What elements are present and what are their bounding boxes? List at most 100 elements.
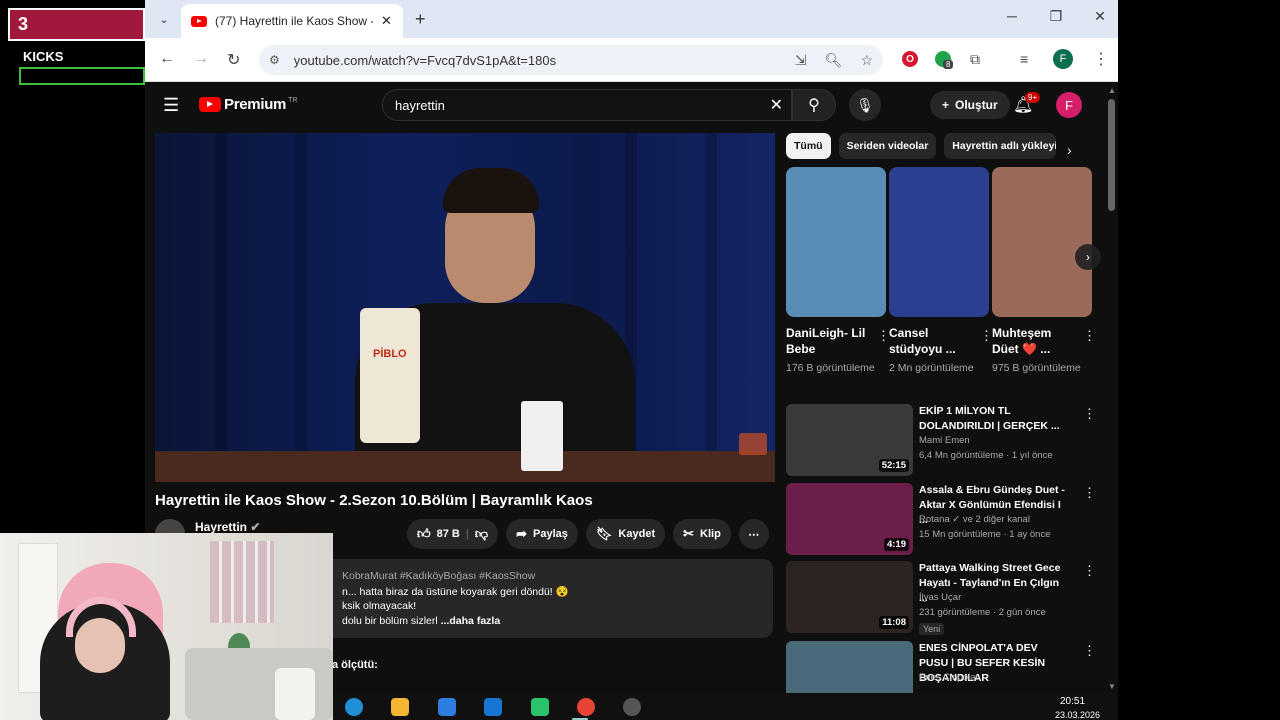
- back-button[interactable]: ←: [159, 50, 175, 68]
- browser-profile-avatar[interactable]: F: [1053, 49, 1073, 69]
- lamp: [275, 668, 315, 720]
- create-button[interactable]: + Oluştur: [930, 91, 1010, 119]
- curtain-fold: [215, 133, 227, 482]
- youtube-premium-logo[interactable]: Premium TR: [199, 96, 297, 113]
- coffee-bag: [360, 308, 420, 443]
- mail-taskbar-icon[interactable]: [484, 698, 502, 716]
- webcam-overlay: [0, 533, 333, 720]
- kicks-progress-bar: [19, 67, 145, 85]
- recommendation-meta: 15 Mn görüntüleme · 1 ay önce: [919, 529, 1051, 540]
- edge-taskbar-icon[interactable]: [345, 698, 363, 716]
- like-button[interactable]: 👍︎ 87 B | 👎︎: [407, 519, 499, 549]
- shorts-thumbnail[interactable]: [889, 167, 989, 317]
- chips-next-chevron-icon[interactable]: ›: [1067, 142, 1072, 158]
- video-actions: 👍︎ 87 B | 👎︎ ➦ Paylaş 🔖︎ Kaydet ✂ Klip ⋯: [407, 519, 769, 549]
- chip-series[interactable]: Seriden videolar: [838, 133, 937, 159]
- duration-badge: 11:08: [879, 616, 909, 629]
- hamburger-menu-icon[interactable]: ☰: [163, 95, 179, 116]
- tab-search-button[interactable]: ⌄: [153, 8, 175, 30]
- clip-button[interactable]: ✂ Klip: [673, 519, 731, 549]
- recommendation-channel[interactable]: Mami Emen: [919, 435, 970, 446]
- duration-badge: 4:19: [883, 538, 909, 551]
- shorts-card[interactable]: DaniLeigh- Lil Bebe 176 B görüntüleme ⋮: [786, 167, 890, 376]
- recommendation-menu-icon[interactable]: ⋮: [1083, 563, 1096, 579]
- bookmark-star-icon[interactable]: ☆: [860, 52, 873, 69]
- shorts-title[interactable]: Muhteşem Düet ❤️ ...: [992, 325, 1072, 357]
- chrome-taskbar-icon[interactable]: [577, 698, 595, 716]
- video-player[interactable]: PİBLO: [155, 133, 775, 482]
- video-thumbnail[interactable]: 52:15: [786, 404, 913, 476]
- video-thumbnail[interactable]: 11:08: [786, 561, 913, 633]
- address-bar-actions: ⇲ 🔍︎ ☆: [795, 52, 873, 69]
- shorts-card[interactable]: Muhteşem Düet ❤️ ... 975 B görüntüleme ⋮: [992, 167, 1096, 376]
- share-button[interactable]: ➦ Paylaş: [506, 519, 578, 549]
- scroll-down-icon[interactable]: ▼: [1108, 682, 1116, 691]
- search-button[interactable]: ⚲: [792, 89, 836, 121]
- recommendation-item[interactable]: 11:08 Pattaya Walking Street Gece Hayatı…: [786, 561, 1106, 635]
- shorts-next-chevron-icon[interactable]: ›: [1075, 244, 1101, 270]
- channel-watermark-icon: [739, 433, 767, 455]
- address-bar[interactable]: ⚙ youtube.com/watch?v=Fvcq7dvS1pA&t=180s…: [259, 45, 883, 75]
- chip-all[interactable]: Tümü: [786, 133, 831, 159]
- video-thumbnail[interactable]: 4:19: [786, 483, 913, 555]
- minimize-button[interactable]: ─: [1004, 8, 1020, 25]
- adblock-extension-icon[interactable]: O: [902, 51, 918, 67]
- recommendation-channel[interactable]: İlyas Uçar: [919, 592, 961, 603]
- page-scrollbar[interactable]: ▲ ▼: [1105, 83, 1118, 693]
- new-badge: Yeni: [919, 623, 945, 635]
- recommendation-menu-icon[interactable]: ⋮: [1083, 406, 1096, 422]
- clock-time[interactable]: 20:51: [1060, 696, 1085, 707]
- clock-date[interactable]: 23.03.2026: [1055, 710, 1100, 720]
- extensions-puzzle-icon[interactable]: ⧉: [970, 51, 980, 68]
- shorts-views: 176 B görüntüleme: [786, 362, 875, 374]
- clear-search-icon[interactable]: ✕: [770, 95, 783, 115]
- shorts-title[interactable]: DaniLeigh- Lil Bebe: [786, 325, 866, 357]
- recommendation-menu-icon[interactable]: ⋮: [1083, 485, 1096, 501]
- thumbs-down-icon[interactable]: 👎︎: [475, 526, 488, 542]
- desk: [155, 451, 775, 482]
- restore-button[interactable]: ❐: [1048, 8, 1064, 25]
- voice-search-button[interactable]: 🎙︎: [849, 89, 881, 121]
- shorts-title[interactable]: Cansel stüdyoyu ...: [889, 325, 969, 357]
- logo-text: Premium: [224, 96, 287, 113]
- channel-name[interactable]: Hayrettin ✔: [195, 520, 260, 534]
- scroll-up-icon[interactable]: ▲: [1108, 86, 1116, 95]
- install-app-icon[interactable]: ⇲: [795, 52, 807, 69]
- shorts-thumbnail[interactable]: [786, 167, 886, 317]
- obs-taskbar-icon[interactable]: [623, 698, 641, 716]
- browser-menu-icon[interactable]: ⋮: [1093, 49, 1109, 69]
- account-avatar[interactable]: F: [1056, 92, 1082, 118]
- search-input[interactable]: hayrettin ✕: [382, 89, 792, 121]
- recommendation-item[interactable]: 52:15 EKİP 1 MİLYON TL DOLANDIRILDI | GE…: [786, 404, 1106, 476]
- file-explorer-taskbar-icon[interactable]: [391, 698, 409, 716]
- site-info-icon[interactable]: ⚙: [269, 53, 280, 67]
- recommendation-channel[interactable]: Enes Cinpolat: [919, 672, 978, 683]
- tab-youtube[interactable]: (77) Hayrettin ile Kaos Show - 2 ✕: [181, 4, 403, 38]
- more-actions-button[interactable]: ⋯: [738, 519, 769, 549]
- zoom-icon[interactable]: 🔍︎: [825, 52, 843, 69]
- scrollbar-thumb[interactable]: [1108, 99, 1115, 211]
- coffee-bag-label: PİBLO: [373, 348, 407, 360]
- screen: 3 KICKS ⌄ (77) Hayrettin ile Kaos Show -…: [0, 0, 1280, 720]
- shorts-card[interactable]: Cansel stüdyoyu ... 2 Mn görüntüleme ⋮: [889, 167, 993, 376]
- media-control-icon[interactable]: ≡: [1020, 51, 1028, 67]
- recommendation-title[interactable]: EKİP 1 MİLYON TL DOLANDIRILDI | GERÇEK .…: [919, 404, 1069, 434]
- shorts-menu-icon[interactable]: ⋮: [1083, 328, 1096, 344]
- description-line: ksik olmayacak!: [342, 600, 417, 612]
- chip-uploader[interactable]: Hayrettin adlı yükleyi: [944, 133, 1057, 159]
- app-taskbar-icon[interactable]: [531, 698, 549, 716]
- store-taskbar-icon[interactable]: [438, 698, 456, 716]
- search-icon: ⚲: [808, 97, 820, 114]
- save-button[interactable]: 🔖︎ Kaydet: [585, 519, 666, 549]
- close-window-button[interactable]: ✕: [1092, 8, 1108, 25]
- shorts-thumbnail[interactable]: [992, 167, 1092, 317]
- reload-button[interactable]: ↻: [227, 50, 240, 70]
- new-tab-button[interactable]: +: [415, 9, 426, 30]
- forward-button[interactable]: →: [193, 50, 209, 68]
- recommendation-channel[interactable]: Rotana ✓ ve 2 diğer kanal: [919, 514, 1030, 525]
- tab-title: (77) Hayrettin ile Kaos Show - 2: [215, 14, 373, 28]
- tab-close-icon[interactable]: ✕: [381, 13, 392, 29]
- show-more-link[interactable]: ...daha fazla: [441, 615, 501, 627]
- recommendation-menu-icon[interactable]: ⋮: [1083, 643, 1096, 659]
- recommendation-item[interactable]: 4:19 Assala & Ebru Gündeş Duet - Aktar X…: [786, 483, 1106, 555]
